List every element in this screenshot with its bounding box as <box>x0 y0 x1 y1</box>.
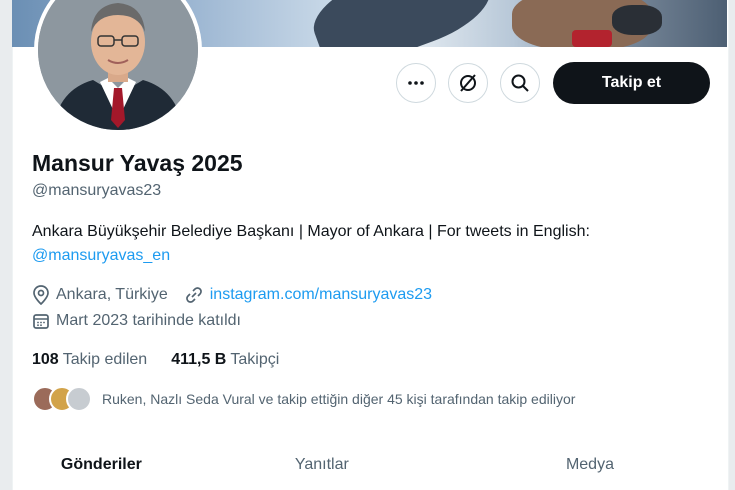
avatar-portrait <box>38 0 198 130</box>
profile-website-link[interactable]: instagram.com/mansuryavas23 <box>210 286 432 304</box>
bio-mention-link[interactable]: @mansuryavas_en <box>32 247 170 264</box>
search-icon <box>511 74 529 92</box>
tab-media[interactable]: Medya <box>453 440 727 490</box>
profile-stats: 108 Takip edilen 411,5 B Takipçi <box>32 351 279 369</box>
profile-meta: Ankara, Türkiye instagram.com/mansuryava… <box>32 285 432 305</box>
profile-bio: Ankara Büyükşehir Belediye Başkanı | May… <box>32 220 692 268</box>
profile-joined-row: Mart 2023 tarihinde katıldı <box>32 312 241 330</box>
profile-name: Mansur Yavaş 2025 <box>32 150 243 176</box>
tab-replies[interactable]: Yanıtlar <box>191 440 453 490</box>
profile-location: Ankara, Türkiye <box>56 286 168 303</box>
followed-by[interactable]: Ruken, Nazlı Seda Vural ve takip ettiğin… <box>32 386 575 412</box>
more-icon <box>408 81 424 85</box>
followers-count: 411,5 B <box>171 351 227 368</box>
profile-handle: @mansuryavas23 <box>32 182 162 199</box>
following-count: 108 <box>32 351 59 368</box>
bio-text: Ankara Büyükşehir Belediye Başkanı | May… <box>32 223 590 240</box>
more-button[interactable] <box>396 63 436 103</box>
tab-posts[interactable]: Gönderiler <box>12 440 191 490</box>
follower-avatar <box>66 386 92 412</box>
calendar-icon <box>33 314 49 329</box>
following-stat[interactable]: 108 Takip edilen <box>32 351 147 369</box>
followers-stat[interactable]: 411,5 B Takipçi <box>171 351 279 369</box>
followers-label: Takipçi <box>230 351 280 368</box>
location-icon <box>33 285 49 305</box>
link-icon <box>185 287 202 303</box>
followed-by-text: Ruken, Nazlı Seda Vural ve takip ettiğin… <box>102 391 576 407</box>
follow-button[interactable]: Takip et <box>553 62 710 104</box>
profile-joined: Mart 2023 tarihinde katıldı <box>56 312 241 329</box>
profile-tabs: Gönderiler Yanıtlar Medya <box>12 440 727 490</box>
search-button[interactable] <box>500 63 540 103</box>
following-label: Takip edilen <box>62 351 148 368</box>
grok-button[interactable] <box>448 63 488 103</box>
grok-icon <box>460 74 476 92</box>
